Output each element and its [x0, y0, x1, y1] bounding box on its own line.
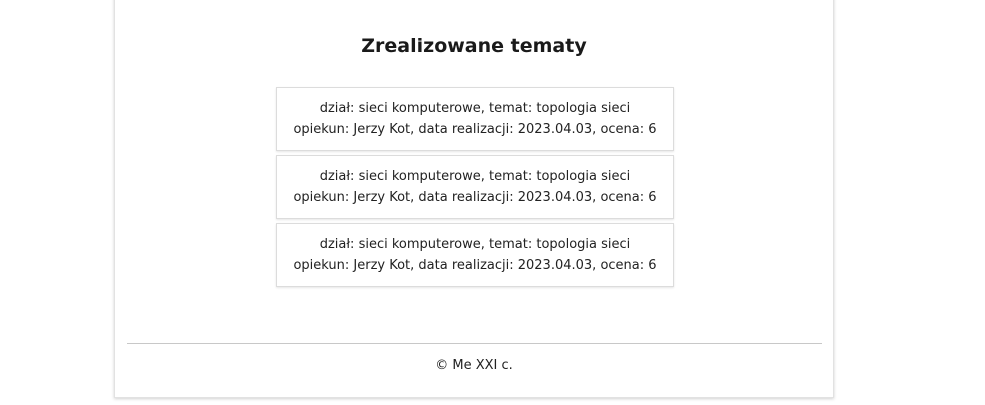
page-title: Zrealizowane tematy — [361, 35, 587, 57]
footer-copyright: © Me XXI c. — [435, 358, 513, 373]
topic-card: dział: sieci komputerowe, temat: topolog… — [276, 155, 674, 219]
topic-card: dział: sieci komputerowe, temat: topolog… — [276, 223, 674, 287]
footer-divider — [127, 343, 822, 344]
topic-details-line: opiekun: Jerzy Kot, data realizacji: 202… — [293, 190, 657, 205]
page-card: Zrealizowane tematy dział: sieci kompute… — [114, 0, 834, 398]
topic-card: dział: sieci komputerowe, temat: topolog… — [276, 87, 674, 151]
topic-list: dział: sieci komputerowe, temat: topolog… — [276, 87, 674, 291]
topic-section-line: dział: sieci komputerowe, temat: topolog… — [319, 237, 631, 252]
topic-section-line: dział: sieci komputerowe, temat: topolog… — [319, 101, 631, 116]
topic-details-line: opiekun: Jerzy Kot, data realizacji: 202… — [293, 122, 657, 137]
topic-section-line: dział: sieci komputerowe, temat: topolog… — [319, 169, 631, 184]
topic-details-line: opiekun: Jerzy Kot, data realizacji: 202… — [293, 258, 657, 273]
